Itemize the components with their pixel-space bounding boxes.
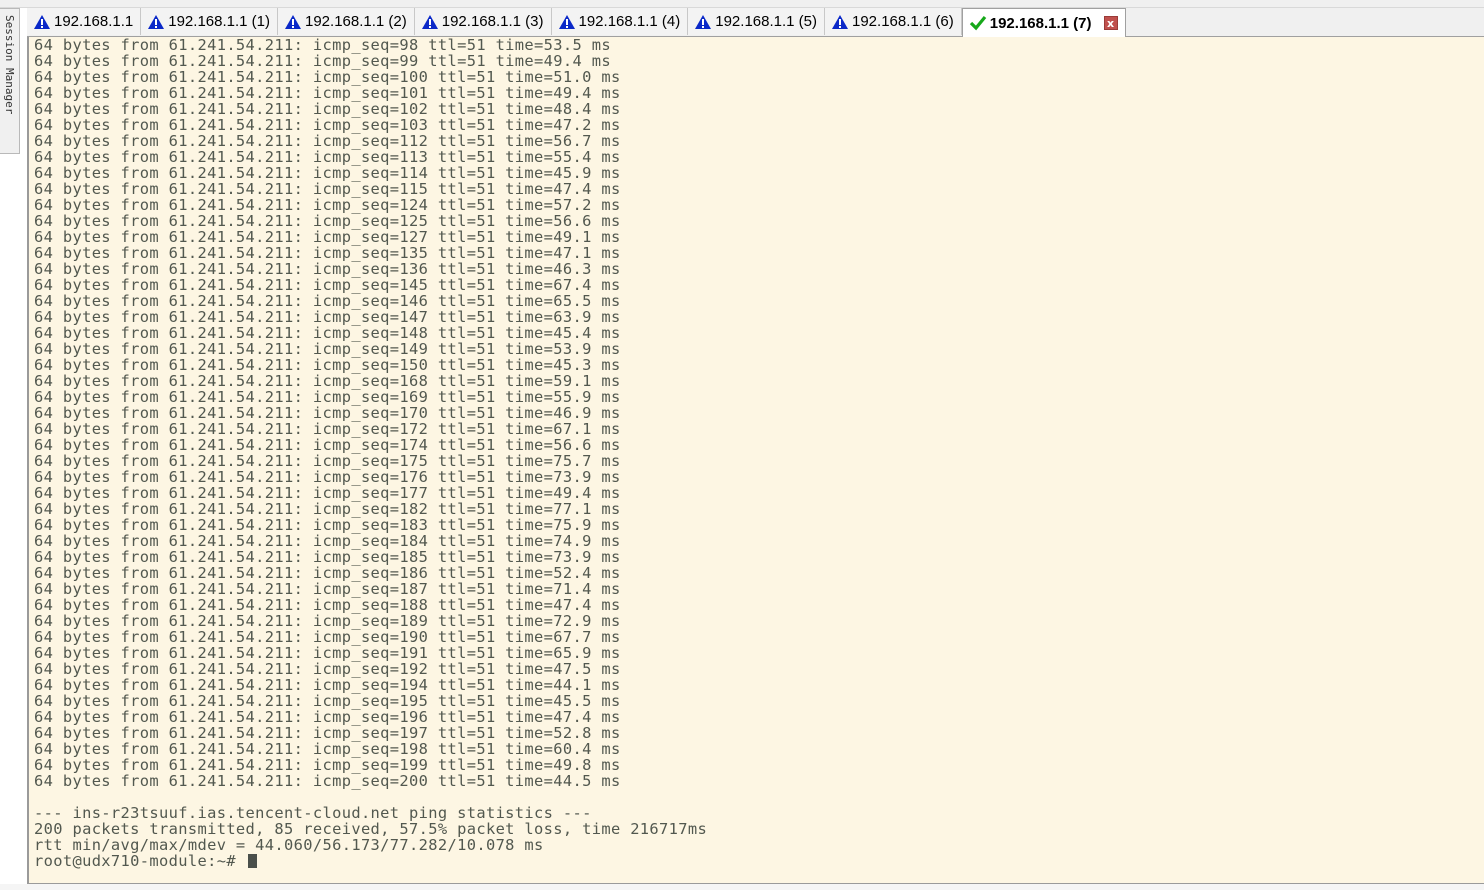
tab-label: 192.168.1.1 (2) bbox=[305, 13, 407, 30]
warning-triangle-icon bbox=[421, 14, 438, 29]
terminal-cursor bbox=[247, 854, 257, 868]
tab-session-5[interactable]: 192.168.1.1 (5) bbox=[688, 8, 825, 35]
warning-triangle-icon bbox=[34, 14, 50, 29]
session-tab-bar: 192.168.1.1 192.168.1.1 (1) 192.168.1.1 … bbox=[27, 8, 1484, 37]
bottom-status-strip bbox=[0, 884, 1484, 890]
tab-session-3[interactable]: 192.168.1.1 (3) bbox=[414, 8, 552, 35]
session-manager-panel-toggle[interactable]: Session Manager bbox=[0, 8, 20, 154]
tab-label: 192.168.1.1 (4) bbox=[578, 13, 681, 30]
terminal-output-area[interactable]: 64 bytes from 61.241.54.211: icmp_seq=98… bbox=[27, 37, 1484, 884]
terminal-text: 64 bytes from 61.241.54.211: icmp_seq=98… bbox=[34, 37, 707, 869]
tab-session-4[interactable]: 192.168.1.1 (4) bbox=[551, 8, 689, 35]
tab-label: 192.168.1.1 (5) bbox=[715, 13, 817, 30]
tab-label: 192.168.1.1 (3) bbox=[441, 13, 544, 30]
warning-triangle-icon bbox=[832, 14, 848, 29]
tab-label: 192.168.1.1 (1) bbox=[168, 13, 270, 30]
ping-reply-line: 64 bytes from 61.241.54.211: icmp_seq=20… bbox=[34, 772, 621, 790]
tab-session-1[interactable]: 192.168.1.1 (1) bbox=[141, 8, 278, 35]
warning-triangle-icon bbox=[148, 14, 165, 29]
tab-label: 192.168.1.1 bbox=[54, 13, 134, 30]
warning-triangle-icon bbox=[285, 14, 301, 29]
shell-prompt: root@udx710-module:~# bbox=[34, 852, 246, 870]
checkmark-icon bbox=[969, 15, 986, 31]
warning-triangle-icon bbox=[695, 14, 712, 29]
tab-session-7-active[interactable]: 192.168.1.1 (7) x bbox=[961, 8, 1126, 37]
left-gutter bbox=[0, 154, 20, 890]
terminal-app-window: Session Manager 192.168.1.1 192.168.1.1 … bbox=[0, 0, 1484, 890]
close-tab-button[interactable]: x bbox=[1103, 16, 1118, 30]
tab-label: 192.168.1.1 (6) bbox=[852, 13, 954, 30]
session-manager-label: Session Manager bbox=[3, 15, 16, 115]
tab-session-0[interactable]: 192.168.1.1 bbox=[27, 8, 142, 35]
top-toolbar-strip bbox=[0, 0, 1484, 8]
warning-triangle-icon bbox=[558, 14, 575, 29]
tab-session-2[interactable]: 192.168.1.1 (2) bbox=[278, 8, 415, 35]
tab-label: 192.168.1.1 (7) bbox=[989, 14, 1092, 32]
tab-session-6[interactable]: 192.168.1.1 (6) bbox=[825, 8, 962, 35]
